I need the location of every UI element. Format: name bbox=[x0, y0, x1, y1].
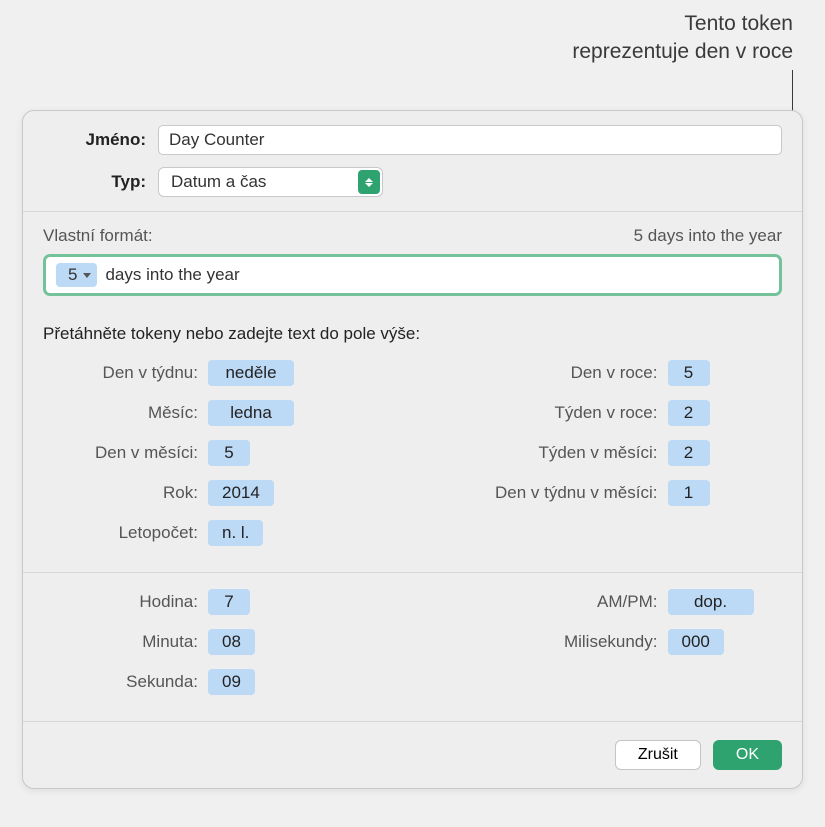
token-ampm[interactable]: dop. bbox=[668, 589, 754, 615]
callout-line1: Tento token bbox=[572, 10, 793, 38]
name-label: Jméno: bbox=[43, 130, 158, 150]
format-literal-text: days into the year bbox=[105, 265, 239, 285]
token-milliseconds[interactable]: 000 bbox=[668, 629, 724, 655]
date-tokens-right: Den v roce:5 Týden v roce:2 Týden v měsí… bbox=[433, 358, 783, 558]
tok-label: Milisekundy: bbox=[433, 632, 668, 652]
token-day-of-week[interactable]: neděle bbox=[208, 360, 294, 386]
updown-icon bbox=[358, 170, 380, 194]
time-tokens-section: Hodina:7 Minuta:08 Sekunda:09 AM/PM:dop.… bbox=[23, 573, 802, 721]
format-section: Vlastní formát: 5 days into the year 5 d… bbox=[23, 212, 802, 310]
token-day-of-year[interactable]: 5 bbox=[668, 360, 710, 386]
callout-line2: reprezentuje den v roce bbox=[572, 38, 793, 66]
format-token-value: 5 bbox=[68, 265, 77, 285]
ok-button[interactable]: OK bbox=[713, 740, 782, 770]
token-month[interactable]: ledna bbox=[208, 400, 294, 426]
cancel-button[interactable]: Zrušit bbox=[615, 740, 701, 770]
tok-label: Týden v roce: bbox=[433, 403, 668, 423]
format-field[interactable]: 5 days into the year bbox=[43, 254, 782, 296]
type-select-value: Datum a čas bbox=[171, 172, 266, 192]
date-tokens-left: Den v týdnu:neděle Měsíc:ledna Den v měs… bbox=[43, 358, 393, 558]
tok-label: Den v týdnu: bbox=[43, 363, 208, 383]
token-era[interactable]: n. l. bbox=[208, 520, 263, 546]
drag-hint: Přetáhněte tokeny nebo zadejte text do p… bbox=[43, 324, 782, 344]
type-select[interactable]: Datum a čas bbox=[158, 167, 383, 197]
tok-label: AM/PM: bbox=[433, 592, 668, 612]
tok-label: Minuta: bbox=[43, 632, 208, 652]
token-hour[interactable]: 7 bbox=[208, 589, 250, 615]
time-tokens-right: AM/PM:dop. Milisekundy:000 bbox=[433, 587, 783, 707]
format-label: Vlastní formát: bbox=[43, 226, 153, 246]
type-label: Typ: bbox=[43, 172, 158, 192]
tok-label: Měsíc: bbox=[43, 403, 208, 423]
name-input[interactable] bbox=[158, 125, 782, 155]
token-day-of-month[interactable]: 5 bbox=[208, 440, 250, 466]
tok-label: Den v měsíci: bbox=[43, 443, 208, 463]
header-section: Jméno: Typ: Datum a čas bbox=[23, 111, 802, 211]
format-token-day-of-year[interactable]: 5 bbox=[56, 263, 97, 287]
tokens-section: Přetáhněte tokeny nebo zadejte text do p… bbox=[23, 310, 802, 572]
format-dialog: Jméno: Typ: Datum a čas Vlastní formát: … bbox=[22, 110, 803, 789]
token-year[interactable]: 2014 bbox=[208, 480, 274, 506]
tok-label: Týden v měsíci: bbox=[433, 443, 668, 463]
time-tokens-left: Hodina:7 Minuta:08 Sekunda:09 bbox=[43, 587, 393, 707]
token-second[interactable]: 09 bbox=[208, 669, 255, 695]
tok-label: Sekunda: bbox=[43, 672, 208, 692]
token-week-of-month[interactable]: 2 bbox=[668, 440, 710, 466]
token-minute[interactable]: 08 bbox=[208, 629, 255, 655]
tok-label: Den v roce: bbox=[433, 363, 668, 383]
dialog-footer: Zrušit OK bbox=[23, 722, 802, 788]
tok-label: Den v týdnu v měsíci: bbox=[433, 483, 668, 503]
chevron-down-icon bbox=[83, 273, 91, 278]
tok-label: Rok: bbox=[43, 483, 208, 503]
tok-label: Hodina: bbox=[43, 592, 208, 612]
callout-text: Tento token reprezentuje den v roce bbox=[572, 10, 793, 67]
tok-label: Letopočet: bbox=[43, 523, 208, 543]
token-week-of-year[interactable]: 2 bbox=[668, 400, 710, 426]
format-preview: 5 days into the year bbox=[634, 226, 782, 246]
token-weekday-of-month[interactable]: 1 bbox=[668, 480, 710, 506]
